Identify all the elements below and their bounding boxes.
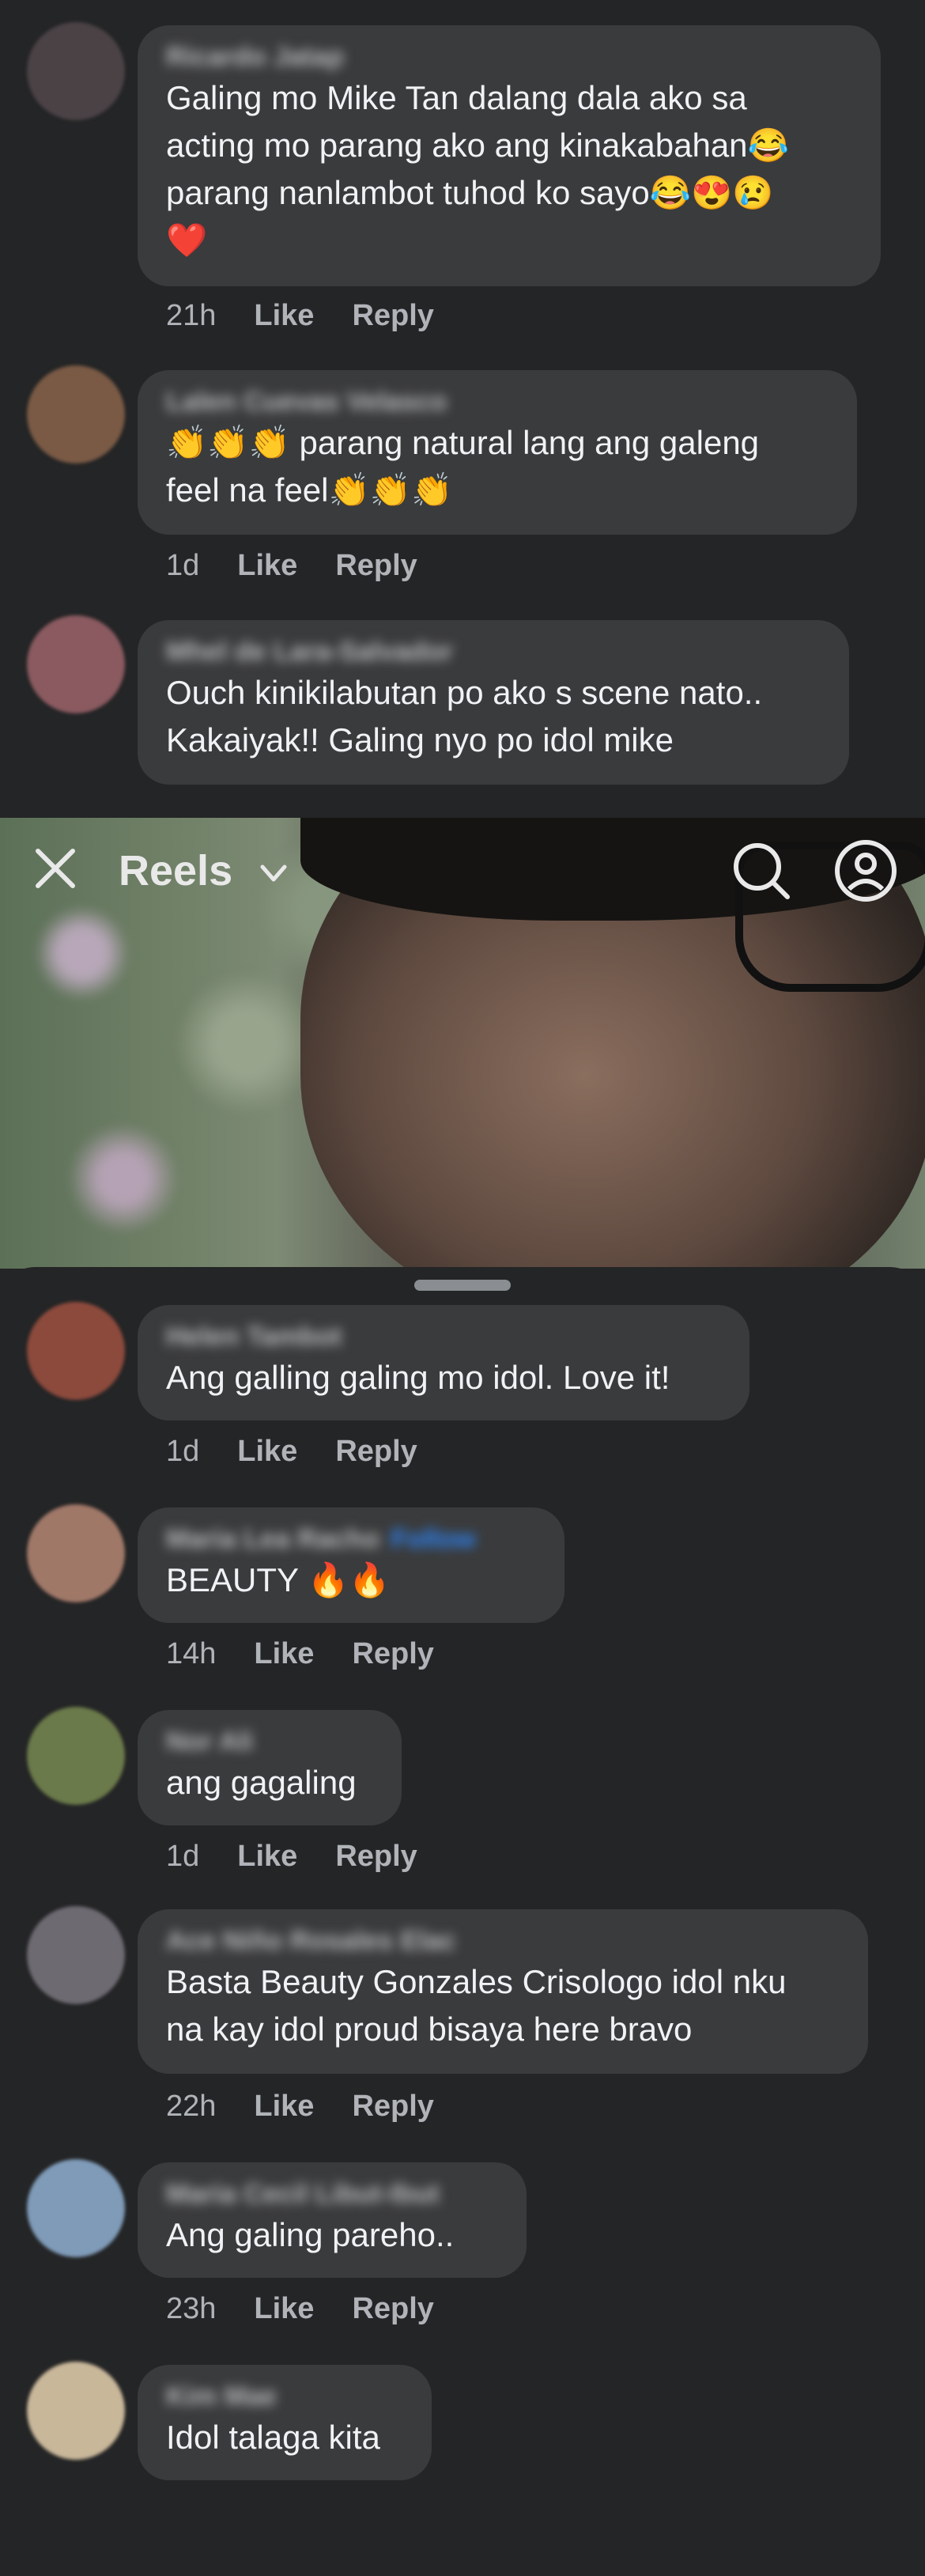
avatar[interactable]	[27, 2159, 125, 2257]
avatar[interactable]	[27, 22, 125, 120]
comment-text: BEAUTY 🔥🔥	[166, 1561, 391, 1598]
comment-bubble[interactable]: Helen Tambot Ang galling galing mo idol.…	[138, 1305, 749, 1420]
comment-actions: 22h Like Reply	[166, 2090, 472, 2124]
comment-text: Ang galling galing mo idol. Love it!	[166, 1359, 670, 1396]
sheet-drag-handle[interactable]	[414, 1280, 511, 1291]
avatar[interactable]	[27, 1504, 125, 1602]
like-button[interactable]: Like	[254, 2090, 314, 2123]
like-button[interactable]: Like	[254, 299, 314, 332]
reply-button[interactable]: Reply	[352, 299, 433, 332]
comment-bubble[interactable]: Maria Lea Racho Follow BEAUTY 🔥🔥	[138, 1507, 564, 1623]
comments-sheet: Helen Tambot Ang galling galing mo idol.…	[0, 1267, 925, 2576]
search-icon[interactable]	[729, 838, 794, 903]
commenter-name[interactable]: Helen Tambot	[166, 1319, 721, 1354]
commenter-name[interactable]: Ricardo Jatap	[166, 40, 852, 74]
reply-button[interactable]: Reply	[335, 1840, 417, 1873]
commenter-name[interactable]: Maria Cecil Libut-Ibut	[166, 2177, 498, 2211]
follow-button[interactable]: Follow	[391, 1524, 476, 1554]
commenter-name-text: Maria Lea Racho	[166, 1524, 380, 1554]
avatar[interactable]	[27, 1707, 125, 1805]
commenter-name[interactable]: Mhel de Lara-Salvador	[166, 634, 821, 669]
comment-text: Basta Beauty Gonzales Crisologo idol nku…	[166, 1963, 787, 2048]
comment-text: Galing mo Mike Tan dalang dala ako sa ac…	[166, 79, 789, 259]
comment-time: 14h	[166, 1637, 217, 1670]
reply-button[interactable]: Reply	[335, 549, 417, 582]
reels-top-bar: Reels	[0, 818, 925, 913]
avatar[interactable]	[27, 365, 125, 463]
comment-actions: 1d Like Reply	[166, 549, 455, 583]
reels-title[interactable]: Reels	[119, 846, 232, 895]
like-button[interactable]: Like	[254, 2292, 314, 2325]
comment-bubble[interactable]: Ace Niño Rosales Elac Basta Beauty Gonza…	[138, 1909, 868, 2074]
commenter-name[interactable]: Ace Niño Rosales Elac	[166, 1923, 840, 1958]
reel-video[interactable]: Reels	[0, 818, 925, 1269]
avatar[interactable]	[27, 2362, 125, 2460]
comment-bubble[interactable]: Ricardo Jatap Galing mo Mike Tan dalang …	[138, 25, 881, 286]
comment-time: 21h	[166, 299, 217, 332]
commenter-name[interactable]: Nor Ali	[166, 1724, 373, 1759]
like-button[interactable]: Like	[237, 1840, 297, 1873]
commenter-name[interactable]: Kim Mae	[166, 2379, 403, 2414]
avatar[interactable]	[27, 1906, 125, 2004]
comment-actions: 21h Like Reply	[166, 299, 472, 333]
comment-bubble[interactable]: Mhel de Lara-Salvador Ouch kinikilabutan…	[138, 620, 849, 785]
comment-actions: 14h Like Reply	[166, 1637, 472, 1671]
comment-time: 23h	[166, 2292, 217, 2325]
like-button[interactable]: Like	[237, 549, 297, 582]
comment-actions: 23h Like Reply	[166, 2292, 472, 2326]
comment-time: 22h	[166, 2090, 217, 2123]
comment-text: ang gagaling	[166, 1764, 357, 1801]
avatar[interactable]	[27, 1302, 125, 1400]
like-button[interactable]: Like	[237, 1435, 297, 1468]
profile-icon[interactable]	[833, 838, 898, 903]
comment-time: 1d	[166, 549, 200, 582]
chevron-down-icon[interactable]	[258, 857, 289, 889]
commenter-name[interactable]: Lalen Cuevas Velasco	[166, 384, 829, 419]
comment-text: Ang galing pareho..	[166, 2216, 455, 2253]
comment-text: 👏👏👏 parang natural lang ang galeng feel …	[166, 424, 760, 509]
comment-actions: 1d Like Reply	[166, 1435, 455, 1469]
reply-button[interactable]: Reply	[352, 2292, 433, 2325]
close-icon[interactable]	[32, 845, 79, 892]
comment-time: 1d	[166, 1840, 200, 1873]
avatar[interactable]	[27, 615, 125, 713]
comment-bubble[interactable]: Maria Cecil Libut-Ibut Ang galing pareho…	[138, 2162, 527, 2278]
reply-button[interactable]: Reply	[352, 2090, 433, 2123]
comment-bubble[interactable]: Lalen Cuevas Velasco 👏👏👏 parang natural …	[138, 370, 857, 535]
commenter-name[interactable]: Maria Lea Racho Follow	[166, 1522, 536, 1557]
comment-bubble[interactable]: Kim Mae Idol talaga kita	[138, 2365, 432, 2480]
comment-text: Idol talaga kita	[166, 2419, 380, 2456]
reply-button[interactable]: Reply	[352, 1637, 433, 1670]
like-button[interactable]: Like	[254, 1637, 314, 1670]
comment-bubble[interactable]: Nor Ali ang gagaling	[138, 1710, 402, 1825]
comment-text: Ouch kinikilabutan po ako s scene nato..…	[166, 674, 763, 758]
comment-actions: 1d Like Reply	[166, 1840, 455, 1874]
comment-time: 1d	[166, 1435, 200, 1468]
reply-button[interactable]: Reply	[335, 1435, 417, 1468]
